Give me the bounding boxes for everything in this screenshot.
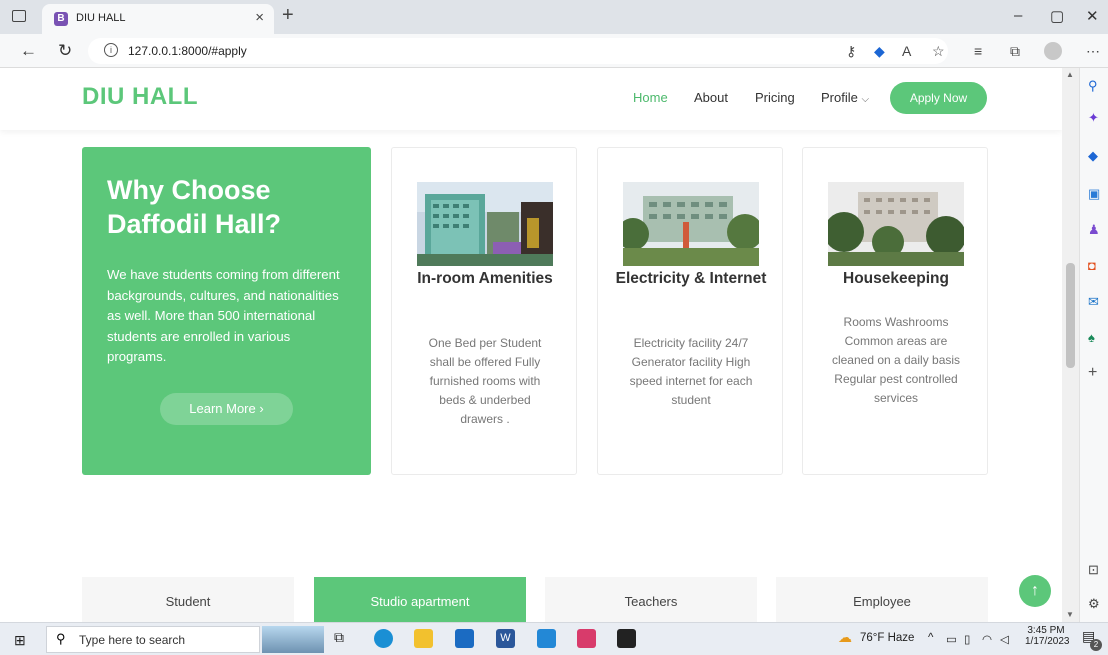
- battery-icon[interactable]: ▯: [964, 632, 970, 646]
- why-choose-panel: Why Choose Daffodil Hall? We have studen…: [82, 147, 371, 475]
- terminal-icon[interactable]: [617, 629, 636, 648]
- site-info-icon[interactable]: i: [104, 43, 118, 57]
- nav-pricing[interactable]: Pricing: [755, 90, 795, 105]
- taskbar-search-box[interactable]: ⚲ Type here to search: [46, 626, 260, 653]
- chevron-down-icon: ⌵: [861, 94, 870, 105]
- nav-home[interactable]: Home: [633, 90, 668, 105]
- scroll-down-icon[interactable]: ▼: [1066, 610, 1074, 619]
- tab-title: DIU HALL: [76, 12, 126, 24]
- site-logo[interactable]: DIU HALL: [82, 83, 198, 111]
- chevron-up-icon[interactable]: ^: [928, 632, 933, 644]
- hero-title: Why Choose Daffodil Hall?: [107, 175, 281, 239]
- close-tab-icon[interactable]: ×: [255, 9, 264, 26]
- tab-teachers[interactable]: Teachers: [545, 577, 757, 622]
- more-icon[interactable]: ⋯: [1086, 43, 1100, 60]
- card-electricity-internet: Electricity & Internet Electricity facil…: [597, 147, 783, 475]
- chevron-right-icon: ›: [259, 401, 264, 416]
- tag-icon[interactable]: ◆: [874, 43, 885, 60]
- browser-tab[interactable]: B DIU HALL ×: [42, 4, 274, 34]
- outlook-icon[interactable]: ✉: [1088, 294, 1099, 310]
- favorite-icon[interactable]: ☆: [932, 43, 945, 60]
- task-view-icon[interactable]: ⧉: [334, 629, 353, 648]
- scroll-to-top-button[interactable]: ↑: [1019, 575, 1051, 607]
- restore-icon[interactable]: ▢: [1050, 7, 1064, 25]
- url-text: 127.0.0.1:8000/#apply: [128, 44, 247, 58]
- copilot-icon[interactable]: ✦: [1088, 110, 1099, 126]
- minimize-icon[interactable]: –: [1014, 7, 1022, 24]
- search-placeholder: Type here to search: [79, 633, 186, 647]
- settings-icon[interactable]: ⚙: [1088, 596, 1100, 612]
- notification-count: 2: [1090, 639, 1102, 651]
- site-header: DIU HALL Home About Pricing Profile ⌵ Ap…: [0, 68, 1062, 130]
- xampp-icon[interactable]: [577, 629, 596, 648]
- new-tab-icon[interactable]: +: [282, 4, 294, 27]
- mail-icon[interactable]: [455, 629, 474, 648]
- vertical-scrollbar[interactable]: ▲ ▼: [1062, 68, 1079, 622]
- card-text: Rooms Washrooms Common areas are cleaned…: [831, 315, 961, 405]
- key-icon[interactable]: ⚷: [846, 43, 856, 60]
- windows-start-icon[interactable]: ⊞: [14, 632, 26, 649]
- read-aloud-icon[interactable]: A: [902, 43, 911, 59]
- card-housekeeping: Housekeeping Rooms Washrooms Common area…: [802, 147, 988, 475]
- tab-studio-apartment[interactable]: Studio apartment: [314, 577, 526, 622]
- card-title: Electricity & Internet: [615, 270, 767, 287]
- clock-date: 1/17/2023: [1025, 636, 1070, 647]
- office-icon[interactable]: ◘: [1088, 258, 1096, 273]
- wifi-icon[interactable]: ◠: [982, 632, 992, 646]
- weather-icon[interactable]: ☁: [838, 629, 852, 646]
- clock[interactable]: 3:45 PM 1/17/2023: [1025, 625, 1070, 647]
- tab-employee[interactable]: Employee: [776, 577, 988, 622]
- learn-more-label: Learn More: [189, 401, 256, 416]
- hall-grounds-image: [828, 182, 964, 266]
- clock-time: 3:45 PM: [1027, 625, 1065, 636]
- word-icon[interactable]: W: [496, 629, 515, 648]
- favicon-icon: B: [54, 12, 68, 26]
- card-text: Electricity facility 24/7 Generator faci…: [629, 336, 753, 407]
- campus-image: [623, 182, 759, 266]
- card-text: One Bed per Student shall be offered Ful…: [428, 336, 542, 426]
- tab-student[interactable]: Student: [82, 577, 294, 622]
- nav-about[interactable]: About: [694, 90, 728, 105]
- tools-icon[interactable]: ▣: [1088, 186, 1100, 202]
- nav-profile[interactable]: Profile ⌵: [821, 90, 869, 105]
- hero-text: We have students coming from different b…: [107, 267, 340, 364]
- search-highlight-image: [262, 626, 324, 653]
- games-icon[interactable]: ♟: [1088, 222, 1100, 238]
- search-icon: ⚲: [56, 631, 66, 646]
- apply-now-button[interactable]: Apply Now: [890, 82, 987, 114]
- scroll-up-icon[interactable]: ▲: [1066, 70, 1074, 79]
- hall-building-image: [417, 182, 553, 266]
- file-explorer-icon[interactable]: [414, 629, 433, 648]
- web-page: DIU HALL Home About Pricing Profile ⌵ Ap…: [0, 68, 1062, 622]
- shopping-tag-icon[interactable]: ◆: [1088, 148, 1098, 164]
- back-icon[interactable]: ←: [20, 41, 37, 61]
- card-in-room-amenities: In-room Amenities One Bed per Student sh…: [391, 147, 577, 475]
- scrollbar-thumb[interactable]: [1066, 263, 1075, 368]
- browser-tab-bar: B DIU HALL × + – ▢ ✕: [0, 0, 1108, 34]
- learn-more-button[interactable]: Learn More ›: [160, 393, 293, 425]
- close-window-icon[interactable]: ✕: [1086, 7, 1099, 25]
- tab-actions-icon[interactable]: [12, 10, 26, 22]
- edge-sidebar: ⚲ ✦ ◆ ▣ ♟ ◘ ✉ ♠ + ⊡ ⚙: [1079, 68, 1108, 622]
- url-field[interactable]: i 127.0.0.1:8000/#apply: [88, 38, 948, 64]
- edge-browser-icon[interactable]: [374, 629, 393, 648]
- collections-icon[interactable]: ⧉: [1010, 43, 1020, 60]
- volume-icon[interactable]: ◁: [1000, 632, 1009, 646]
- search-icon[interactable]: ⚲: [1088, 78, 1098, 94]
- network-icon[interactable]: ▭: [946, 632, 957, 646]
- favorites-list-icon[interactable]: ≡: [974, 43, 982, 59]
- profile-avatar-icon[interactable]: [1044, 42, 1062, 60]
- card-title: In-room Amenities: [417, 270, 553, 287]
- refresh-icon[interactable]: ↻: [58, 41, 72, 61]
- sidebar-toggle-icon[interactable]: ⊡: [1088, 562, 1099, 578]
- weather-text[interactable]: 76°F Haze: [860, 632, 914, 644]
- drop-icon[interactable]: ♠: [1088, 330, 1095, 345]
- arrow-up-icon: ↑: [1031, 582, 1039, 599]
- add-icon[interactable]: +: [1088, 364, 1097, 382]
- windows-taskbar: ⊞ ⚲ Type here to search ⧉ W ☁ 76°F Haze …: [0, 622, 1108, 655]
- media-player-icon[interactable]: [537, 629, 556, 648]
- card-title: Housekeeping: [843, 270, 949, 287]
- nav-profile-label: Profile: [821, 90, 858, 105]
- address-toolbar: ← ↻ i 127.0.0.1:8000/#apply ⚷ ◆ A ☆ ≡ ⧉ …: [0, 34, 1108, 68]
